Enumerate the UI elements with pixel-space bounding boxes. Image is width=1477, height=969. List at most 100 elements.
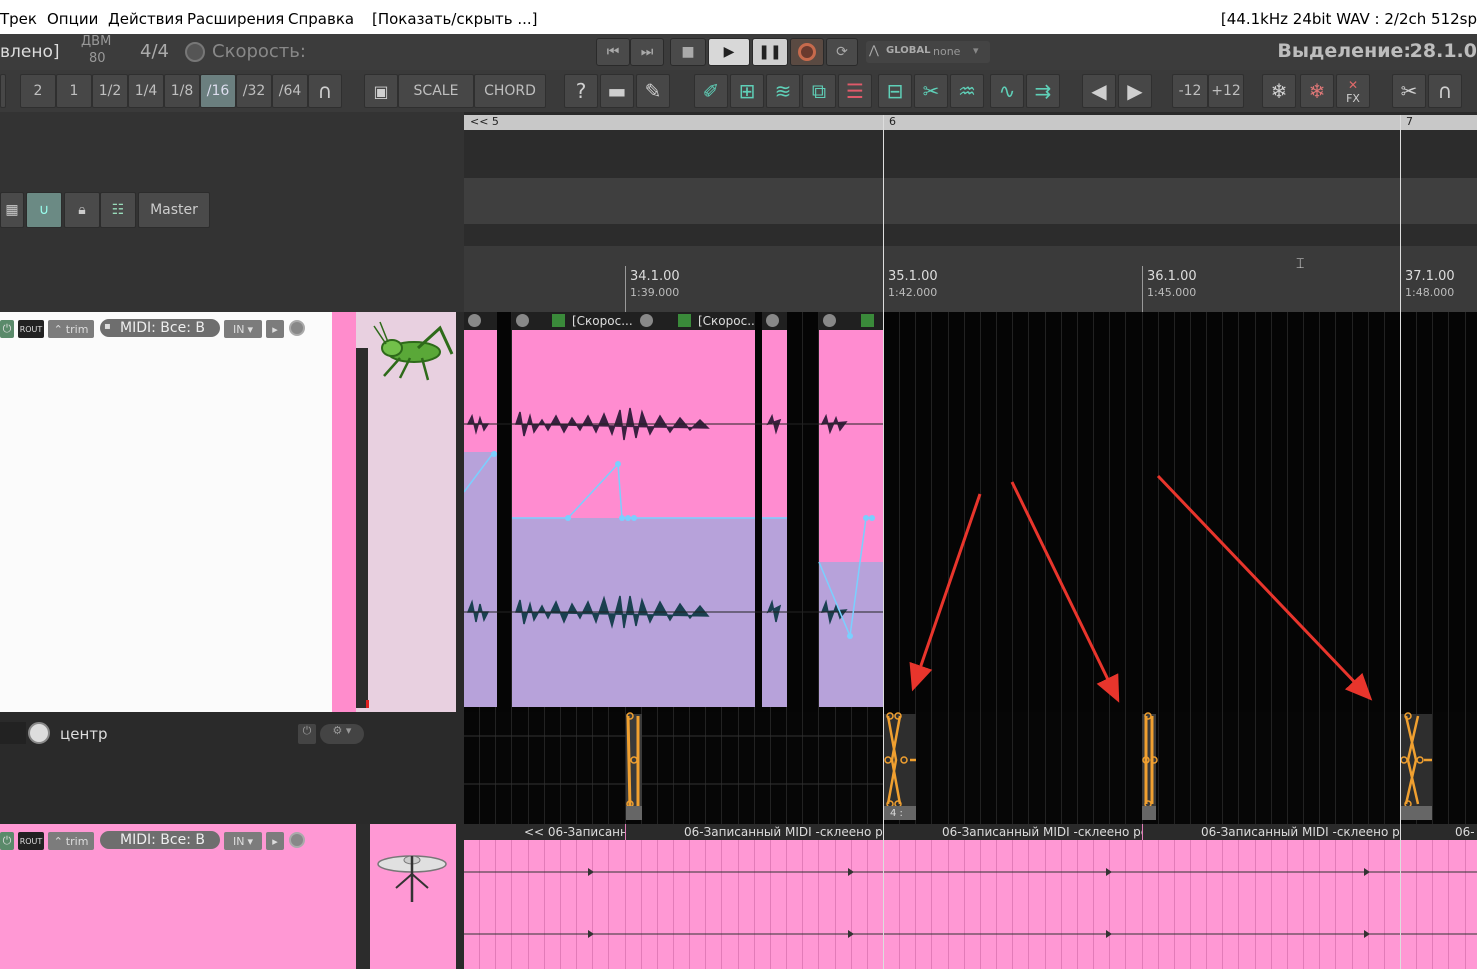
bpm-value[interactable]: 80: [89, 51, 106, 66]
track-5-monitor-button[interactable]: ▸: [266, 320, 284, 338]
tempo-lane[interactable]: [464, 178, 1477, 224]
global-label: GLOBAL: [886, 45, 931, 56]
cut-button[interactable]: ✂: [1392, 74, 1426, 108]
unfreeze-button[interactable]: ❄: [1300, 74, 1334, 108]
grid-64th-button[interactable]: /64: [272, 74, 308, 108]
fx-remove-button[interactable]: ✕ FX: [1336, 74, 1370, 108]
item-tool-9[interactable]: ∿: [990, 74, 1024, 108]
grid-1-button[interactable]: 1: [56, 74, 92, 108]
time-signature[interactable]: 4/4: [140, 41, 169, 62]
master-snap-button[interactable]: ∪: [26, 192, 62, 228]
pencil-icon: ✐: [702, 79, 720, 103]
menu-actions[interactable]: Действия: [108, 10, 183, 28]
track-6-lane[interactable]: << 06-Записанн... 06-Записанный MIDI -ск…: [464, 824, 1477, 969]
item-tool-3[interactable]: ≋: [766, 74, 800, 108]
grid-sixteenth-button[interactable]: /16: [200, 74, 236, 108]
track-5-phase-button[interactable]: [289, 320, 305, 336]
master-meter-button[interactable]: ▦: [0, 192, 24, 228]
track-6-in-button[interactable]: IN ▾: [224, 832, 262, 850]
grid-quarter-button[interactable]: 1/4: [128, 74, 164, 108]
go-to-end-button[interactable]: ⏭: [630, 38, 664, 66]
freeze-button[interactable]: ❄: [1262, 74, 1296, 108]
item-tool-10[interactable]: ⇉: [1026, 74, 1060, 108]
snap-button[interactable]: ∩: [308, 74, 342, 108]
track-5-power-button[interactable]: ⏻: [0, 320, 14, 338]
marker-ruler[interactable]: << 5 6 7: [464, 115, 1477, 130]
red-arrow: [1156, 474, 1373, 701]
track-5-envelope-header: центр ⏻ ⚙ ▾: [0, 712, 464, 824]
track-5-trim-button[interactable]: ⌃ trim: [48, 320, 94, 338]
master-track-button[interactable]: Master: [138, 192, 210, 228]
track-5-meter: [332, 312, 368, 712]
wave-edit-icon: ∿: [998, 79, 1016, 103]
track-6-monitor-button[interactable]: ▸: [266, 832, 284, 850]
item-tool-2[interactable]: ⊞: [730, 74, 764, 108]
menu-track[interactable]: Трек: [0, 10, 37, 28]
play-button[interactable]: ▶: [708, 38, 750, 66]
item-tool-4[interactable]: ⧉: [802, 74, 836, 108]
track-6-route-button[interactable]: ROUT: [18, 832, 44, 850]
repeat-button[interactable]: ⟳: [826, 38, 858, 66]
item-tool-1[interactable]: ✐: [694, 74, 728, 108]
go-to-start-button[interactable]: ⏮: [596, 38, 630, 66]
marker-prev-label[interactable]: << 5: [470, 115, 499, 128]
record-button[interactable]: [790, 38, 824, 66]
grid-half-button[interactable]: 1/2: [92, 74, 128, 108]
timeline-bar-35: 35.1.00: [888, 269, 938, 284]
snap-toggle-button[interactable]: ∩: [1428, 74, 1462, 108]
chevron-down-icon: ▾: [973, 44, 979, 57]
transpose-down-button[interactable]: -12: [1172, 74, 1208, 108]
automation-icon: ⋀: [869, 43, 879, 57]
grid-eighth-button[interactable]: 1/8: [164, 74, 200, 108]
chord-button[interactable]: CHORD: [474, 74, 546, 108]
mouse-cursor-icon: ⌶: [1296, 256, 1305, 272]
envelope-fader[interactable]: [0, 722, 26, 744]
item-tool-7[interactable]: ✂: [914, 74, 948, 108]
track-5-midi-input[interactable]: MIDI: Все: В: [100, 319, 220, 337]
timeline-time-35: 1:42.000: [888, 286, 938, 299]
stop-button[interactable]: ■: [670, 38, 706, 66]
menu-extensions[interactable]: Расширения: [187, 10, 284, 28]
global-automation-mode[interactable]: ⋀ GLOBAL none ▾: [866, 41, 990, 63]
midi-input-label: MIDI: Все: В: [120, 832, 205, 848]
scale-button[interactable]: SCALE: [398, 74, 474, 108]
envelope-settings-button[interactable]: ⚙ ▾: [320, 724, 364, 744]
track-6-header[interactable]: ⏻ ROUT ⌃trim MIDI: Все: В IN▾ ▸ 6: [0, 824, 347, 969]
track-5-route-button[interactable]: ROUT: [18, 320, 44, 338]
grid-2-button[interactable]: 2: [20, 74, 56, 108]
master-grid-button[interactable]: ☷: [100, 192, 136, 228]
track-5-envelope-lane[interactable]: 4 :: [464, 712, 1477, 824]
track-5-header[interactable]: ⏻ ROUT ⌃trim MIDI: Все: В ▪ IN▾ ▸ 5: [0, 312, 347, 712]
track-6-phase-button[interactable]: [289, 832, 305, 848]
item-tool-8[interactable]: ♒: [950, 74, 984, 108]
master-lock-button[interactable]: 🔒︎: [64, 192, 100, 228]
timeline-ruler[interactable]: 34.1.00 1:39.000 35.1.00 1:42.000 36.1.0…: [464, 246, 1477, 312]
settings-button[interactable]: ✎: [636, 74, 670, 108]
prev-marker-button[interactable]: ◀: [1082, 74, 1116, 108]
menu-show-hide[interactable]: [Показать/скрыть ...]: [372, 10, 538, 28]
track-5-in-button[interactable]: IN ▾: [224, 320, 262, 338]
auto-color-button[interactable]: ▣: [364, 74, 398, 108]
track-5-meter-strip: [356, 348, 368, 708]
track-5-lane[interactable]: [Скорос... [Скорос...: [464, 312, 1477, 712]
transpose-up-button[interactable]: +12: [1208, 74, 1244, 108]
project-folder-button[interactable]: ▬: [600, 74, 634, 108]
item-tool-5[interactable]: ☰: [838, 74, 872, 108]
track-6-trim-button[interactable]: ⌃ trim: [48, 832, 94, 850]
track-6-midi-input[interactable]: MIDI: Все: В: [100, 831, 220, 849]
folder-icon: ▬: [607, 79, 627, 103]
speed-knob[interactable]: [185, 42, 205, 62]
list-icon: ☷: [111, 202, 125, 218]
track-6-power-button[interactable]: ⏻: [0, 832, 14, 850]
marker-6-label[interactable]: 6: [889, 115, 896, 128]
envelope-bypass-button[interactable]: ⏻: [298, 724, 316, 744]
marker-7-label[interactable]: 7: [1406, 115, 1413, 128]
pan-knob[interactable]: [28, 722, 50, 744]
next-marker-button[interactable]: ▶: [1118, 74, 1152, 108]
grid-32nd-button[interactable]: /32: [236, 74, 272, 108]
menu-help[interactable]: Справка: [288, 10, 354, 28]
pause-button[interactable]: ❚❚: [752, 38, 788, 66]
menu-options[interactable]: Опции: [47, 10, 98, 28]
item-tool-6[interactable]: ⊟: [878, 74, 912, 108]
help-button[interactable]: ?: [564, 74, 598, 108]
